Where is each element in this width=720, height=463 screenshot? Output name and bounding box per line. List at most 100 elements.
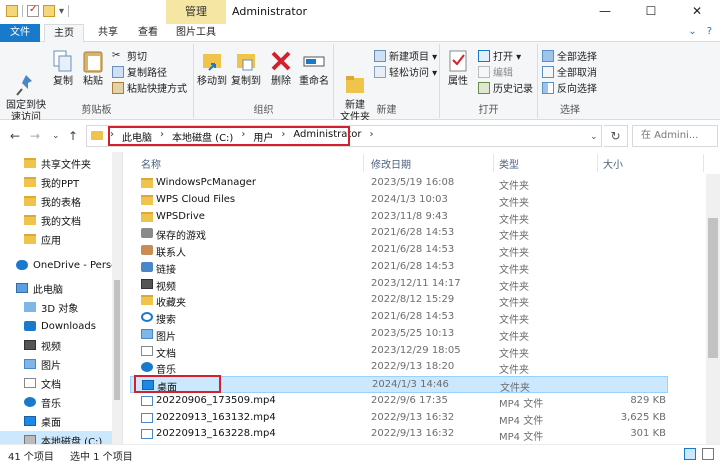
file-name: 联系人 bbox=[156, 248, 186, 259]
folder-icon bbox=[141, 211, 153, 222]
nav-item[interactable]: 音乐 bbox=[0, 393, 122, 411]
help-icon[interactable]: ? bbox=[707, 26, 712, 37]
file-row[interactable]: 联系人 2021/6/28 14:53 文件夹 bbox=[130, 242, 668, 259]
up-arrow-icon[interactable]: ↑ bbox=[68, 129, 78, 143]
details-view-icon[interactable] bbox=[684, 448, 696, 460]
nav-item[interactable]: 我的文档 bbox=[0, 211, 122, 229]
folder-icon bbox=[141, 194, 153, 205]
file-row[interactable]: 链接 2021/6/28 14:53 文件夹 bbox=[130, 259, 668, 276]
copy-to-button[interactable]: 复制到 bbox=[230, 46, 262, 88]
file-row[interactable]: WPSDrive 2023/11/8 9:43 文件夹 bbox=[130, 209, 668, 226]
games-icon bbox=[141, 228, 153, 239]
address-dropdown-chevron-icon[interactable]: ⌄ bbox=[590, 132, 598, 142]
nav-item-label: 本地磁盘 (C:) bbox=[41, 436, 103, 445]
edit-icon bbox=[478, 65, 490, 78]
nav-item[interactable]: 图片 bbox=[0, 355, 122, 373]
tab-view[interactable]: 查看 bbox=[128, 24, 168, 42]
column-size[interactable]: 大小 bbox=[603, 156, 623, 171]
nav-item[interactable]: 3D 对象 bbox=[0, 298, 122, 316]
customize-quick-access-icon[interactable]: ▾ bbox=[59, 6, 64, 17]
paste-shortcut-icon bbox=[112, 81, 124, 94]
selected-row-highlight-box bbox=[134, 375, 221, 393]
paste-button[interactable]: 粘贴 bbox=[80, 46, 106, 88]
file-name: WindowsPcManager bbox=[156, 177, 256, 188]
paste-shortcut-button[interactable]: 粘贴快捷方式 bbox=[112, 80, 187, 95]
doc-icon bbox=[24, 378, 36, 388]
file-date: 2024/1/3 10:03 bbox=[371, 193, 448, 205]
collapse-ribbon-icon[interactable]: ⌄ bbox=[688, 26, 696, 37]
file-row[interactable]: 收藏夹 2022/8/12 15:29 文件夹 bbox=[130, 292, 668, 309]
recent-locations-chevron-icon[interactable]: ⌄ bbox=[52, 131, 60, 141]
favorites-icon bbox=[141, 295, 153, 306]
file-row[interactable]: 20220906_173509.mp4 2022/9/6 17:35 MP4 文件 8… bbox=[130, 393, 668, 410]
file-row[interactable]: 视频 2023/12/11 14:17 文件夹 bbox=[130, 276, 668, 293]
column-date[interactable]: 修改日期 bbox=[371, 156, 411, 171]
file-name: WPS Cloud Files bbox=[156, 193, 236, 205]
maximize-button[interactable]: ☐ bbox=[628, 0, 674, 24]
nav-item[interactable]: 本地磁盘 (C:) bbox=[0, 431, 122, 444]
nav-item[interactable]: 此电脑 bbox=[0, 279, 122, 297]
forward-arrow-icon[interactable]: → bbox=[30, 129, 40, 143]
file-row[interactable]: 图片 2023/5/25 10:13 文件夹 bbox=[130, 326, 668, 343]
search-input[interactable]: 在 Admini... bbox=[632, 125, 718, 147]
file-row[interactable]: 保存的游戏 2021/6/28 14:53 文件夹 bbox=[130, 225, 668, 242]
file-date: 2023/12/11 14:17 bbox=[371, 277, 461, 289]
nav-item[interactable]: 我的PPT bbox=[0, 173, 122, 191]
file-row[interactable]: WPS Cloud Files 2024/1/3 10:03 文件夹 bbox=[130, 192, 668, 209]
move-to-button[interactable]: 移动到 bbox=[196, 46, 228, 88]
nav-item[interactable]: 视频 bbox=[0, 336, 122, 354]
nav-item-label: 我的文档 bbox=[41, 216, 81, 228]
nav-item[interactable]: OneDrive - Perso bbox=[0, 256, 122, 274]
file-row[interactable]: 20220913_163228.mp4 2022/9/13 16:32 MP4 文件… bbox=[130, 426, 668, 443]
edit-button[interactable]: 编辑 bbox=[478, 64, 513, 79]
minimize-button[interactable]: — bbox=[582, 0, 628, 24]
rename-button[interactable]: 重命名 bbox=[298, 46, 330, 88]
nav-item[interactable]: 共享文件夹 bbox=[0, 154, 122, 172]
select-all-button[interactable]: 全部选择 bbox=[542, 48, 597, 63]
copy-button[interactable]: 复制 bbox=[50, 46, 76, 88]
file-date: 2022/8/12 15:29 bbox=[371, 294, 455, 306]
nav-scrollbar-thumb[interactable] bbox=[114, 280, 120, 400]
tab-picture-tools[interactable]: 图片工具 bbox=[168, 24, 224, 42]
file-list-scrollbar-thumb[interactable] bbox=[708, 218, 718, 358]
easy-access-button[interactable]: 轻松访问 ▾ bbox=[374, 64, 437, 79]
window-title: Administrator bbox=[232, 5, 307, 18]
pane-splitter[interactable] bbox=[122, 152, 123, 444]
file-row[interactable]: 音乐 2022/9/13 18:20 文件夹 bbox=[130, 359, 668, 376]
tab-share[interactable]: 共享 bbox=[88, 24, 128, 42]
large-icons-view-icon[interactable] bbox=[702, 448, 714, 460]
copy-path-button[interactable]: 复制路径 bbox=[112, 64, 167, 79]
manage-context-tab[interactable]: 管理 bbox=[166, 0, 226, 24]
invert-selection-button[interactable]: 反向选择 bbox=[542, 80, 597, 95]
nav-item[interactable]: 文档 bbox=[0, 374, 122, 392]
new-folder-quick-icon[interactable] bbox=[43, 5, 55, 17]
open-button[interactable]: 打开 ▾ bbox=[478, 48, 521, 63]
back-arrow-icon[interactable]: ← bbox=[10, 129, 20, 143]
column-type[interactable]: 类型 bbox=[499, 156, 519, 171]
nav-item[interactable]: 桌面 bbox=[0, 412, 122, 430]
file-row[interactable]: 20220913_163132.mp4 2022/9/13 16:32 MP4 文件… bbox=[130, 410, 668, 427]
refresh-icon[interactable]: ↻ bbox=[604, 125, 628, 147]
history-button[interactable]: 历史记录 bbox=[478, 80, 533, 95]
file-date: 2021/6/28 14:53 bbox=[371, 227, 455, 239]
nav-item[interactable]: 应用 bbox=[0, 230, 122, 248]
file-type: MP4 文件 bbox=[499, 415, 544, 427]
delete-button[interactable]: 删除 bbox=[268, 46, 294, 88]
properties-button[interactable]: 属性 bbox=[444, 46, 472, 88]
properties-quick-icon[interactable] bbox=[27, 4, 39, 17]
new-item-button[interactable]: 新建项目 ▾ bbox=[374, 48, 437, 63]
cube-icon bbox=[24, 302, 36, 312]
tab-file[interactable]: 文件 bbox=[0, 24, 40, 42]
file-row[interactable]: 搜索 2021/6/28 14:53 文件夹 bbox=[130, 309, 668, 326]
nav-item[interactable]: 我的表格 bbox=[0, 192, 122, 210]
address-highlight-box bbox=[108, 126, 350, 146]
column-name[interactable]: 名称 bbox=[141, 156, 161, 171]
file-row[interactable]: WindowsPcManager 2023/5/19 16:08 文件夹 bbox=[130, 175, 668, 192]
tab-home[interactable]: 主页 bbox=[44, 24, 84, 43]
close-button[interactable]: ✕ bbox=[674, 0, 720, 24]
select-none-button[interactable]: 全部取消 bbox=[542, 64, 597, 79]
file-row[interactable]: 文档 2023/12/29 18:05 文件夹 bbox=[130, 343, 668, 360]
nav-item[interactable]: Downloads bbox=[0, 317, 122, 335]
file-name: 链接 bbox=[156, 264, 176, 276]
cut-button[interactable]: ✂ 剪切 bbox=[112, 48, 147, 64]
